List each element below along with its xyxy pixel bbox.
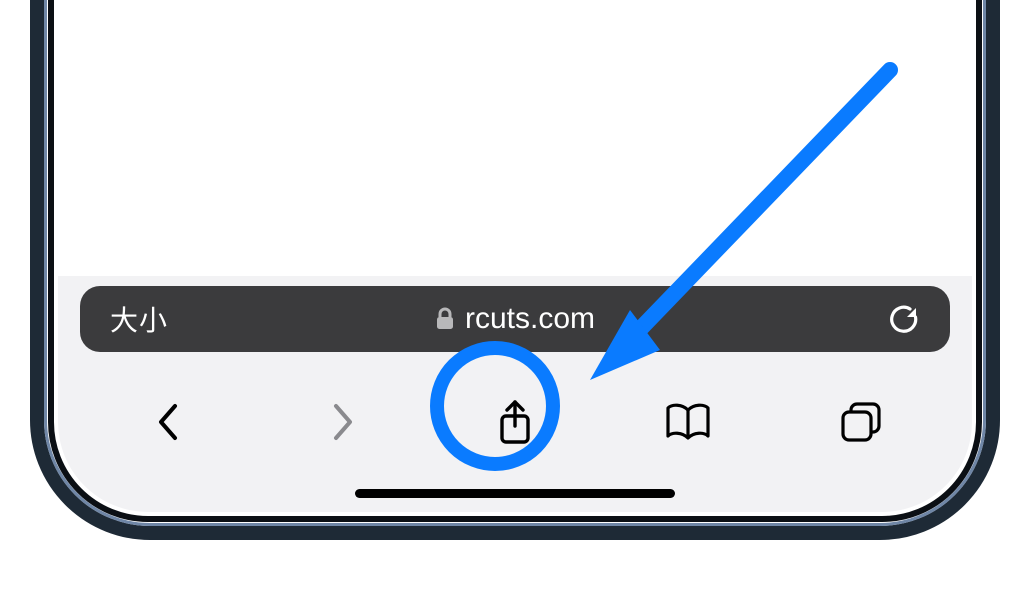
tabs-button[interactable]: [816, 377, 906, 467]
safari-toolbar: [58, 372, 972, 472]
lock-icon: [435, 307, 455, 331]
safari-bottom-bar: 大小 rcuts.com: [58, 276, 972, 512]
share-icon: [495, 398, 535, 446]
chevron-left-icon: [154, 400, 184, 444]
phone-device-frame: 大小 rcuts.com: [30, 0, 1000, 540]
address-bar[interactable]: 大小 rcuts.com: [80, 286, 950, 352]
home-indicator: [355, 489, 675, 498]
reload-button[interactable]: [888, 303, 920, 335]
forward-button[interactable]: [297, 377, 387, 467]
tabs-icon: [839, 400, 883, 444]
reload-icon: [888, 303, 920, 335]
share-button[interactable]: [470, 377, 560, 467]
address-bar-center[interactable]: rcuts.com: [435, 302, 595, 336]
bookmarks-button[interactable]: [643, 377, 733, 467]
address-bar-domain: rcuts.com: [465, 302, 595, 336]
reader-size-button[interactable]: 大小: [110, 299, 168, 339]
phone-screen: 大小 rcuts.com: [58, 0, 972, 512]
chevron-right-icon: [327, 400, 357, 444]
back-button[interactable]: [124, 377, 214, 467]
book-icon: [664, 402, 712, 442]
